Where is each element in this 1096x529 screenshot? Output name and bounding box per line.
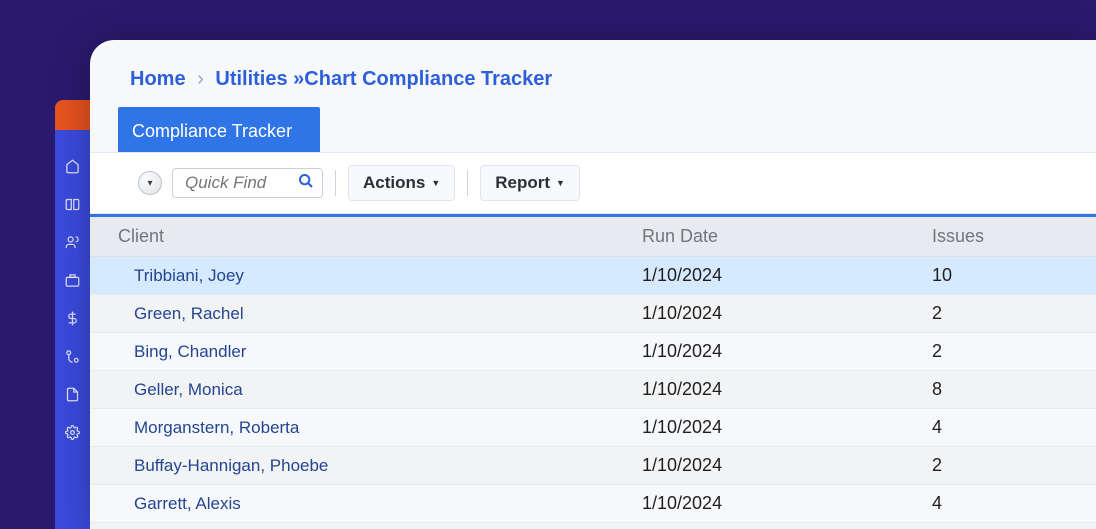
table-row[interactable]: Geller, Monica1/10/20248 xyxy=(90,371,1096,409)
book-icon[interactable] xyxy=(65,196,81,212)
breadcrumb-home[interactable]: Home xyxy=(130,68,186,90)
caret-down-icon: ▼ xyxy=(556,178,565,188)
rundate-cell: 1/10/2024 xyxy=(642,371,932,408)
file-icon[interactable] xyxy=(65,386,81,402)
tab-bar: Compliance Tracker xyxy=(90,107,1096,152)
table-row[interactable]: Morganstern, Roberta1/10/20244 xyxy=(90,409,1096,447)
toolbar-divider xyxy=(335,170,336,196)
client-link[interactable]: Morganstern, Roberta xyxy=(112,410,642,446)
issues-cell: 2 xyxy=(932,333,1096,370)
report-button[interactable]: Report ▼ xyxy=(480,165,580,201)
search-icon[interactable] xyxy=(298,173,314,193)
client-link[interactable]: Bing, Chandler xyxy=(112,334,642,370)
actions-button[interactable]: Actions ▼ xyxy=(348,165,455,201)
table-row[interactable]: Buffay-Hannigan, Phoebe1/10/20242 xyxy=(90,447,1096,485)
issues-cell: 2 xyxy=(932,295,1096,332)
table-body: Tribbiani, Joey1/10/202410Green, Rachel1… xyxy=(90,257,1096,529)
gear-icon[interactable] xyxy=(65,424,81,440)
issues-cell: 4 xyxy=(932,485,1096,522)
chevron-down-icon: ▾ xyxy=(147,178,152,189)
toolbar-divider xyxy=(467,170,468,196)
rundate-cell: 1/10/2024 xyxy=(642,257,932,294)
client-link[interactable]: Buffay, Ursula xyxy=(112,524,642,529)
table-row[interactable]: Bing, Chandler1/10/20242 xyxy=(90,333,1096,371)
col-header-rundate[interactable]: Run Date xyxy=(642,217,932,256)
actions-label: Actions xyxy=(363,173,425,193)
table-row[interactable]: Green, Rachel1/10/20242 xyxy=(90,295,1096,333)
breadcrumb-current[interactable]: Chart Compliance Tracker xyxy=(304,68,552,90)
client-link[interactable]: Geller, Monica xyxy=(112,372,642,408)
breadcrumb-utilities[interactable]: Utilities » xyxy=(215,68,304,90)
issues-cell: 10 xyxy=(932,257,1096,294)
issues-cell: 8 xyxy=(932,371,1096,408)
dollar-icon[interactable] xyxy=(65,310,81,326)
caret-down-icon: ▼ xyxy=(431,178,440,188)
table-row[interactable]: Buffay, Ursula1/10/20248 xyxy=(90,523,1096,529)
branch-icon[interactable] xyxy=(65,348,81,364)
table-header-row: Client Run Date Issues xyxy=(90,217,1096,257)
quick-find-wrapper xyxy=(172,168,323,198)
rundate-cell: 1/10/2024 xyxy=(642,333,932,370)
col-header-client[interactable]: Client xyxy=(112,217,642,256)
rundate-cell: 1/10/2024 xyxy=(642,295,932,332)
report-label: Report xyxy=(495,173,550,193)
rundate-cell: 1/10/2024 xyxy=(642,485,932,522)
client-link[interactable]: Green, Rachel xyxy=(112,296,642,332)
collapse-toggle[interactable]: ▾ xyxy=(138,171,162,195)
issues-cell: 4 xyxy=(932,409,1096,446)
col-header-issues[interactable]: Issues xyxy=(932,217,1096,256)
client-link[interactable]: Garrett, Alexis xyxy=(112,486,642,522)
tab-compliance-tracker[interactable]: Compliance Tracker xyxy=(118,107,320,152)
table-row[interactable]: Garrett, Alexis1/10/20244 xyxy=(90,485,1096,523)
breadcrumb: Home › Utilities »Chart Compliance Track… xyxy=(90,40,1096,101)
client-link[interactable]: Tribbiani, Joey xyxy=(112,258,642,294)
main-window: Home › Utilities »Chart Compliance Track… xyxy=(90,40,1096,529)
table-row[interactable]: Tribbiani, Joey1/10/202410 xyxy=(90,257,1096,295)
briefcase-icon[interactable] xyxy=(65,272,81,288)
rundate-cell: 1/10/2024 xyxy=(642,523,932,529)
client-link[interactable]: Buffay-Hannigan, Phoebe xyxy=(112,448,642,484)
rundate-cell: 1/10/2024 xyxy=(642,447,932,484)
users-icon[interactable] xyxy=(65,234,81,250)
chevron-right-icon: › xyxy=(197,68,204,90)
quick-find-input[interactable] xyxy=(185,173,280,193)
toolbar: ▾ Actions ▼ Report ▼ xyxy=(90,152,1096,214)
data-table: Client Run Date Issues Tribbiani, Joey1/… xyxy=(90,214,1096,529)
left-sidebar xyxy=(55,100,90,529)
home-icon[interactable] xyxy=(65,158,81,174)
rundate-cell: 1/10/2024 xyxy=(642,409,932,446)
issues-cell: 8 xyxy=(932,523,1096,529)
issues-cell: 2 xyxy=(932,447,1096,484)
